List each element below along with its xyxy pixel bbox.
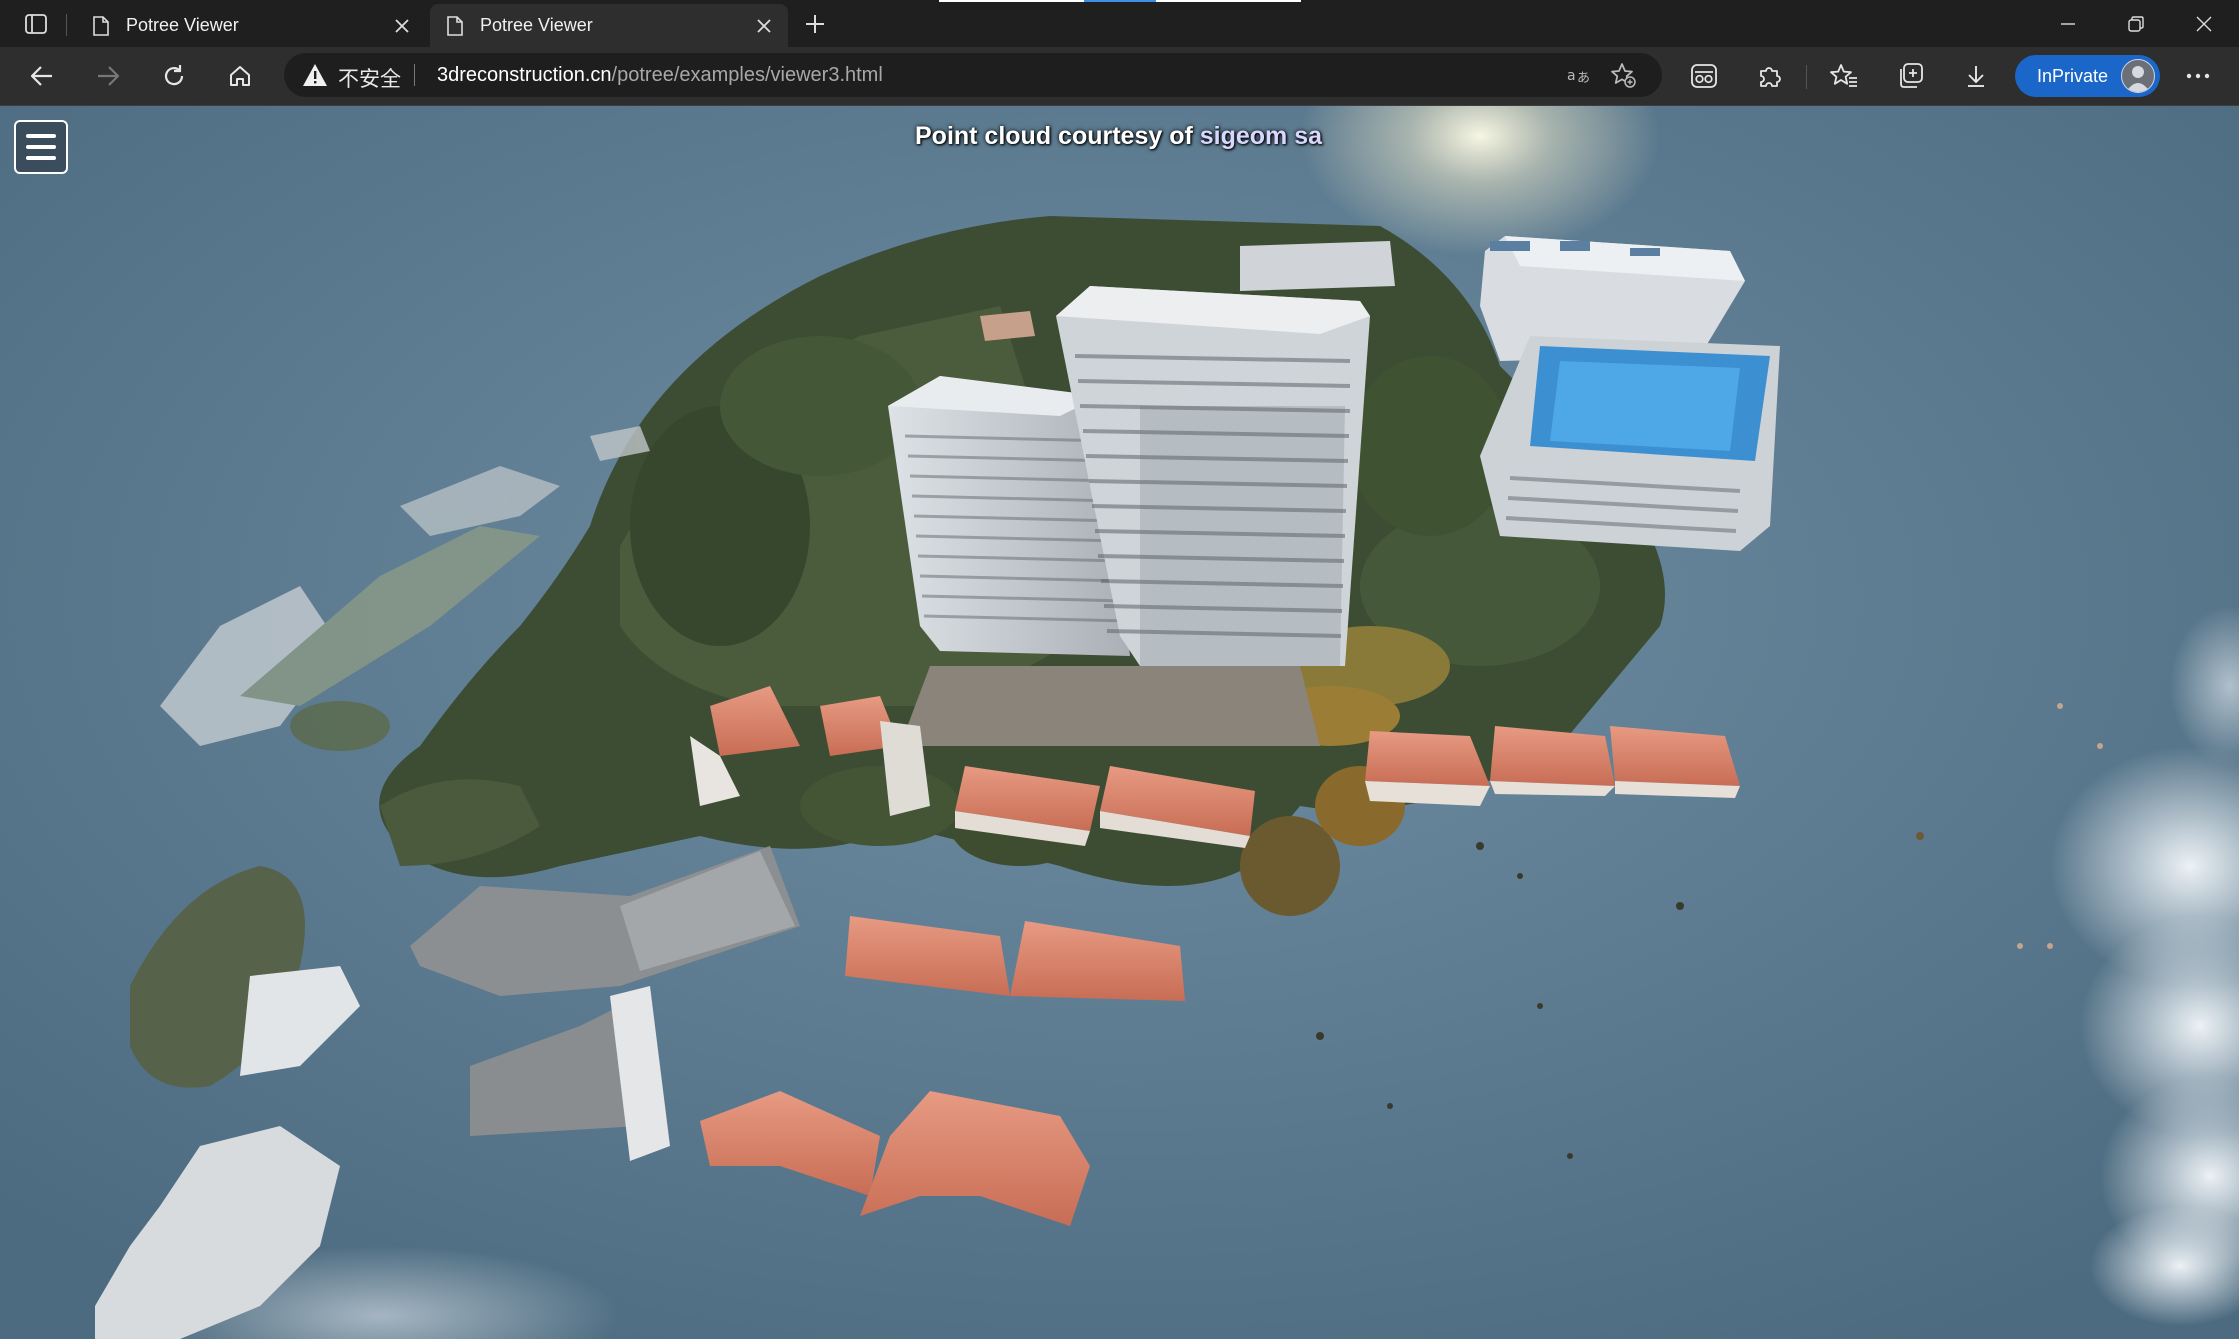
loading-indicator	[939, 0, 1084, 2]
home-icon[interactable]	[220, 57, 260, 95]
svg-text:a: a	[1567, 68, 1576, 84]
collections-icon[interactable]	[1890, 57, 1930, 95]
building-top-right	[1480, 236, 1780, 551]
tab-title: Potree Viewer	[480, 15, 593, 35]
navigation-toolbar: 不安全 3dreconstruction.cn/potree/examples/…	[0, 47, 2239, 106]
loading-indicator	[1084, 0, 1156, 2]
credit-link[interactable]: sigeom sa	[1200, 122, 1322, 150]
point-cloud-scene[interactable]	[0, 106, 2239, 1339]
tab-potree-viewer-1[interactable]: Potree Viewer	[76, 4, 426, 47]
restore-icon[interactable]	[2102, 0, 2170, 47]
url-host: 3dreconstruction.cn	[437, 64, 612, 86]
svg-text:あ: あ	[1577, 71, 1590, 86]
plus-icon[interactable]	[798, 10, 832, 38]
tab-potree-viewer-2[interactable]: Potree Viewer	[430, 4, 788, 47]
address-divider	[414, 64, 415, 86]
credit-text: Point cloud courtesy of sigeom sa	[915, 122, 1322, 151]
download-icon[interactable]	[1956, 57, 1996, 95]
security-label[interactable]: 不安全	[338, 63, 401, 93]
tab-title: Potree Viewer	[126, 15, 239, 35]
minimize-icon[interactable]	[2034, 0, 2102, 47]
refresh-icon[interactable]	[154, 57, 194, 95]
forward-icon[interactable]	[88, 57, 128, 95]
toolbar-separator	[1806, 65, 1807, 89]
more-icon[interactable]	[2178, 57, 2218, 95]
window-close-icon[interactable]	[2170, 0, 2238, 47]
url-path: /potree/examples/viewer3.html	[611, 64, 883, 86]
credit-prefix: Point cloud courtesy of	[915, 122, 1193, 150]
loading-indicator	[1156, 0, 1301, 2]
page-icon	[444, 15, 466, 37]
url-text[interactable]: 3dreconstruction.cn/potree/examples/view…	[437, 64, 883, 87]
inprivate-label: InPrivate	[2037, 66, 2109, 86]
back-icon[interactable]	[22, 57, 62, 95]
plaza	[900, 666, 1320, 746]
potree-viewer[interactable]: Point cloud courtesy of sigeom sa	[0, 106, 2239, 1339]
read-aloud-icon[interactable]: aあ	[1562, 59, 1596, 91]
tab-separator	[66, 14, 67, 36]
address-bar[interactable]: 不安全 3dreconstruction.cn/potree/examples/…	[284, 53, 1662, 97]
close-icon[interactable]	[388, 12, 416, 40]
tab-strip: Potree Viewer Potree Viewer	[0, 0, 2239, 47]
page-icon	[90, 15, 112, 37]
favorites-icon[interactable]	[1824, 57, 1864, 95]
inprivate-button[interactable]: InPrivate	[2015, 55, 2160, 97]
close-icon[interactable]	[750, 12, 778, 40]
warning-icon[interactable]	[302, 63, 328, 87]
browser-essentials-icon[interactable]	[1684, 57, 1724, 95]
hamburger-icon[interactable]	[14, 120, 68, 174]
tab-actions-icon[interactable]	[18, 10, 54, 38]
avatar	[2121, 59, 2155, 93]
extensions-icon[interactable]	[1750, 57, 1790, 95]
add-favorite-icon[interactable]	[1606, 59, 1640, 91]
